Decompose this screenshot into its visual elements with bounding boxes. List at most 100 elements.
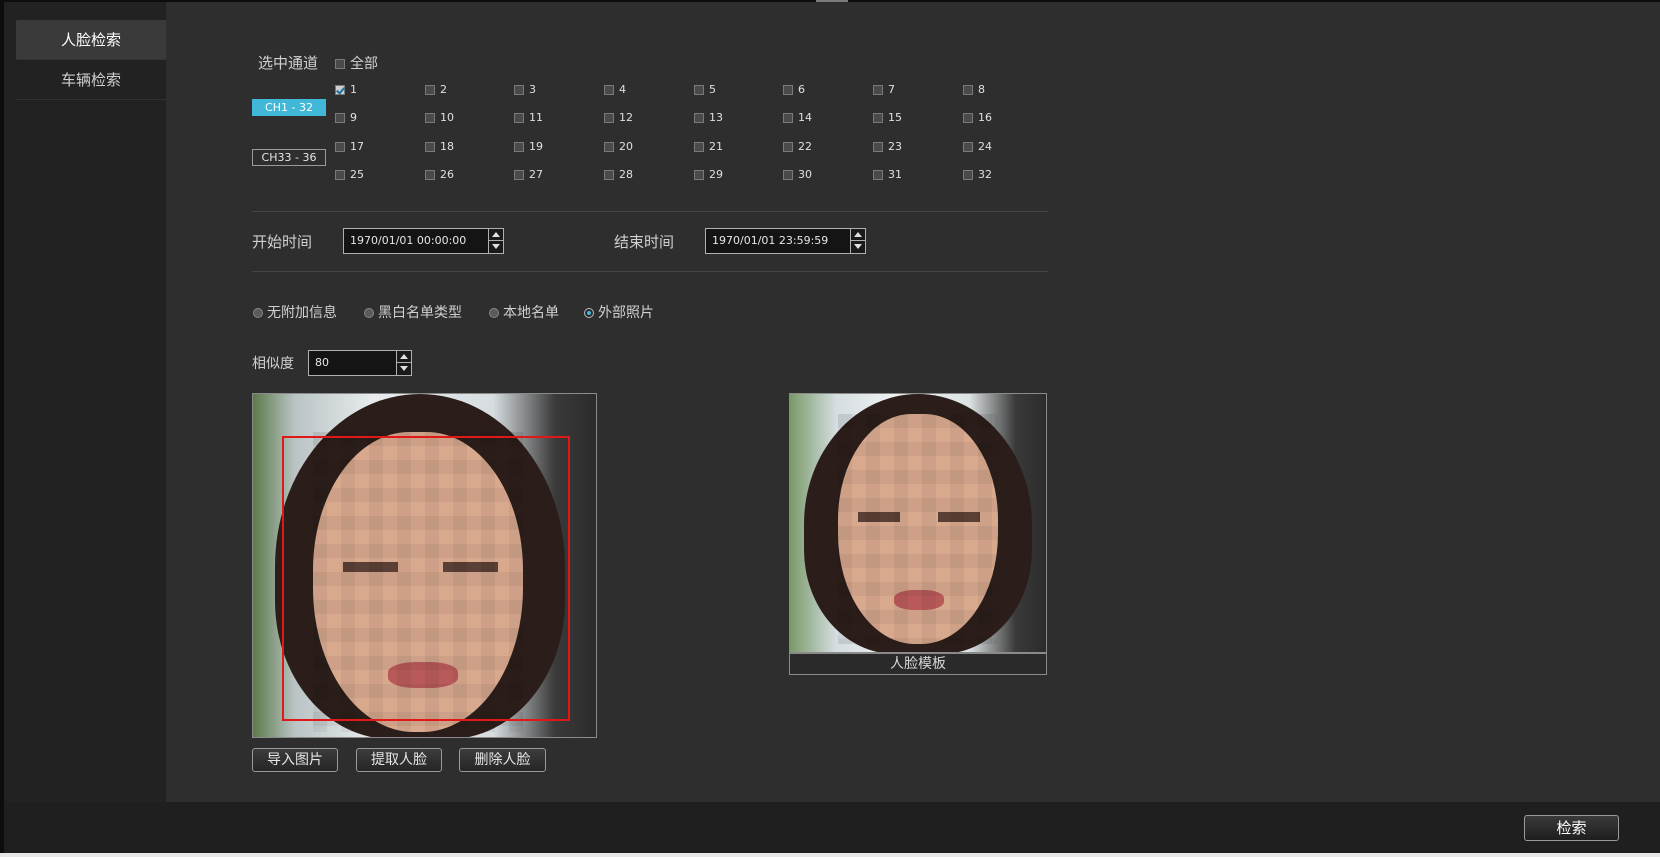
radio-external-photo[interactable] bbox=[584, 308, 594, 318]
channel-checkbox-22[interactable] bbox=[783, 142, 793, 152]
channel-label: 7 bbox=[888, 83, 895, 96]
channel-checkbox-3[interactable] bbox=[514, 85, 524, 95]
channel-label: 13 bbox=[709, 111, 723, 124]
start-time-field[interactable]: 1970/01/01 00:00:00 bbox=[343, 228, 504, 254]
channel-checkbox-24[interactable] bbox=[963, 142, 973, 152]
similarity-down-icon[interactable] bbox=[397, 363, 411, 375]
similarity-up-icon[interactable] bbox=[397, 351, 411, 363]
channel-label: 25 bbox=[350, 168, 364, 181]
start-time-label: 开始时间 bbox=[252, 233, 313, 251]
channel-label: 22 bbox=[798, 140, 812, 153]
extract-face-button[interactable]: 提取人脸 bbox=[356, 748, 442, 772]
channel-checkbox-26[interactable] bbox=[425, 170, 435, 180]
channel-label: 29 bbox=[709, 168, 723, 181]
channel-checkbox-19[interactable] bbox=[514, 142, 524, 152]
end-time-down-icon[interactable] bbox=[851, 241, 865, 253]
face-template-photo bbox=[789, 393, 1047, 653]
channel-range-33-36[interactable]: CH33 - 36 bbox=[252, 149, 326, 166]
channel-label: 3 bbox=[529, 83, 536, 96]
import-image-button[interactable]: 导入图片 bbox=[252, 748, 338, 772]
channel-range-1-32[interactable]: CH1 - 32 bbox=[252, 99, 326, 116]
channel-checkbox-16[interactable] bbox=[963, 113, 973, 123]
channel-label: 18 bbox=[440, 140, 454, 153]
channel-checkbox-5[interactable] bbox=[694, 85, 704, 95]
channel-checkbox-7[interactable] bbox=[873, 85, 883, 95]
radio-local-list-label: 本地名单 bbox=[503, 305, 559, 321]
end-time-label: 结束时间 bbox=[614, 233, 675, 251]
sidebar-item-label: 人脸检索 bbox=[60, 31, 121, 49]
channel-label: 21 bbox=[709, 140, 723, 153]
radio-no-extra-info-label: 无附加信息 bbox=[267, 305, 337, 321]
similarity-spinner bbox=[396, 351, 411, 375]
end-time-value: 1970/01/01 23:59:59 bbox=[712, 234, 829, 247]
similarity-label: 相似度 bbox=[252, 356, 294, 372]
channel-label: 30 bbox=[798, 168, 812, 181]
channel-checkbox-18[interactable] bbox=[425, 142, 435, 152]
divider bbox=[252, 271, 1048, 272]
similarity-field[interactable]: 80 bbox=[308, 350, 412, 376]
mosaic-overlay bbox=[838, 414, 998, 644]
face-template-caption: 人脸模板 bbox=[789, 653, 1047, 675]
channel-checkbox-17[interactable] bbox=[335, 142, 345, 152]
channel-label: 15 bbox=[888, 111, 902, 124]
channel-checkbox-12[interactable] bbox=[604, 113, 614, 123]
sidebar-item-label: 车辆检索 bbox=[60, 71, 121, 89]
channel-label: 26 bbox=[440, 168, 454, 181]
start-time-down-icon[interactable] bbox=[489, 241, 503, 253]
sidebar-item-face-search[interactable]: 人脸检索 bbox=[16, 20, 166, 60]
search-button[interactable]: 检索 bbox=[1524, 815, 1619, 841]
channel-checkbox-25[interactable] bbox=[335, 170, 345, 180]
channel-label: 24 bbox=[978, 140, 992, 153]
channel-label: 31 bbox=[888, 168, 902, 181]
face-detection-box[interactable] bbox=[282, 436, 570, 721]
channel-checkbox-8[interactable] bbox=[963, 85, 973, 95]
footer-strip bbox=[0, 853, 1660, 857]
sidebar-item-vehicle-search[interactable]: 车辆检索 bbox=[16, 60, 166, 100]
channel-checkbox-30[interactable] bbox=[783, 170, 793, 180]
delete-face-button[interactable]: 删除人脸 bbox=[459, 748, 546, 772]
channel-checkbox-9[interactable] bbox=[335, 113, 345, 123]
radio-no-extra-info[interactable] bbox=[253, 308, 263, 318]
channel-checkbox-6[interactable] bbox=[783, 85, 793, 95]
bottom-bar bbox=[166, 802, 1660, 857]
start-time-up-icon[interactable] bbox=[489, 229, 503, 241]
channel-checkbox-29[interactable] bbox=[694, 170, 704, 180]
radio-local-list[interactable] bbox=[489, 308, 499, 318]
channel-checkbox-20[interactable] bbox=[604, 142, 614, 152]
search-panel: 选中通道 全部 CH1 - 32 CH33 - 36 1 2 3 4 5 6 7 8 9 10 11… bbox=[166, 2, 1660, 802]
channel-label: 1 bbox=[350, 83, 357, 96]
channel-checkbox-14[interactable] bbox=[783, 113, 793, 123]
channel-checkbox-28[interactable] bbox=[604, 170, 614, 180]
channel-checkbox-10[interactable] bbox=[425, 113, 435, 123]
channel-checkbox-21[interactable] bbox=[694, 142, 704, 152]
channel-checkbox-32[interactable] bbox=[963, 170, 973, 180]
radio-blacklist-type[interactable] bbox=[364, 308, 374, 318]
channel-label: 10 bbox=[440, 111, 454, 124]
channel-label: 4 bbox=[619, 83, 626, 96]
channel-label: 14 bbox=[798, 111, 812, 124]
channel-label: 19 bbox=[529, 140, 543, 153]
select-all-checkbox[interactable] bbox=[335, 59, 345, 69]
channel-checkbox-11[interactable] bbox=[514, 113, 524, 123]
divider bbox=[252, 211, 1048, 212]
channel-label: 32 bbox=[978, 168, 992, 181]
end-time-up-icon[interactable] bbox=[851, 229, 865, 241]
channel-checkbox-31[interactable] bbox=[873, 170, 883, 180]
channel-checkbox-15[interactable] bbox=[873, 113, 883, 123]
channel-label: 6 bbox=[798, 83, 805, 96]
channel-checkbox-4[interactable] bbox=[604, 85, 614, 95]
source-photo[interactable] bbox=[252, 393, 597, 738]
channel-label: 9 bbox=[350, 111, 357, 124]
channel-checkbox-13[interactable] bbox=[694, 113, 704, 123]
channel-label: 8 bbox=[978, 83, 985, 96]
channel-checkbox-1[interactable] bbox=[335, 85, 345, 95]
channel-checkbox-23[interactable] bbox=[873, 142, 883, 152]
channel-checkbox-2[interactable] bbox=[425, 85, 435, 95]
end-time-spinner bbox=[850, 229, 865, 253]
channel-select-label: 选中通道 bbox=[258, 54, 319, 72]
radio-external-photo-label: 外部照片 bbox=[598, 305, 654, 321]
channel-checkbox-27[interactable] bbox=[514, 170, 524, 180]
channel-label: 27 bbox=[529, 168, 543, 181]
channel-label: 2 bbox=[440, 83, 447, 96]
end-time-field[interactable]: 1970/01/01 23:59:59 bbox=[705, 228, 866, 254]
